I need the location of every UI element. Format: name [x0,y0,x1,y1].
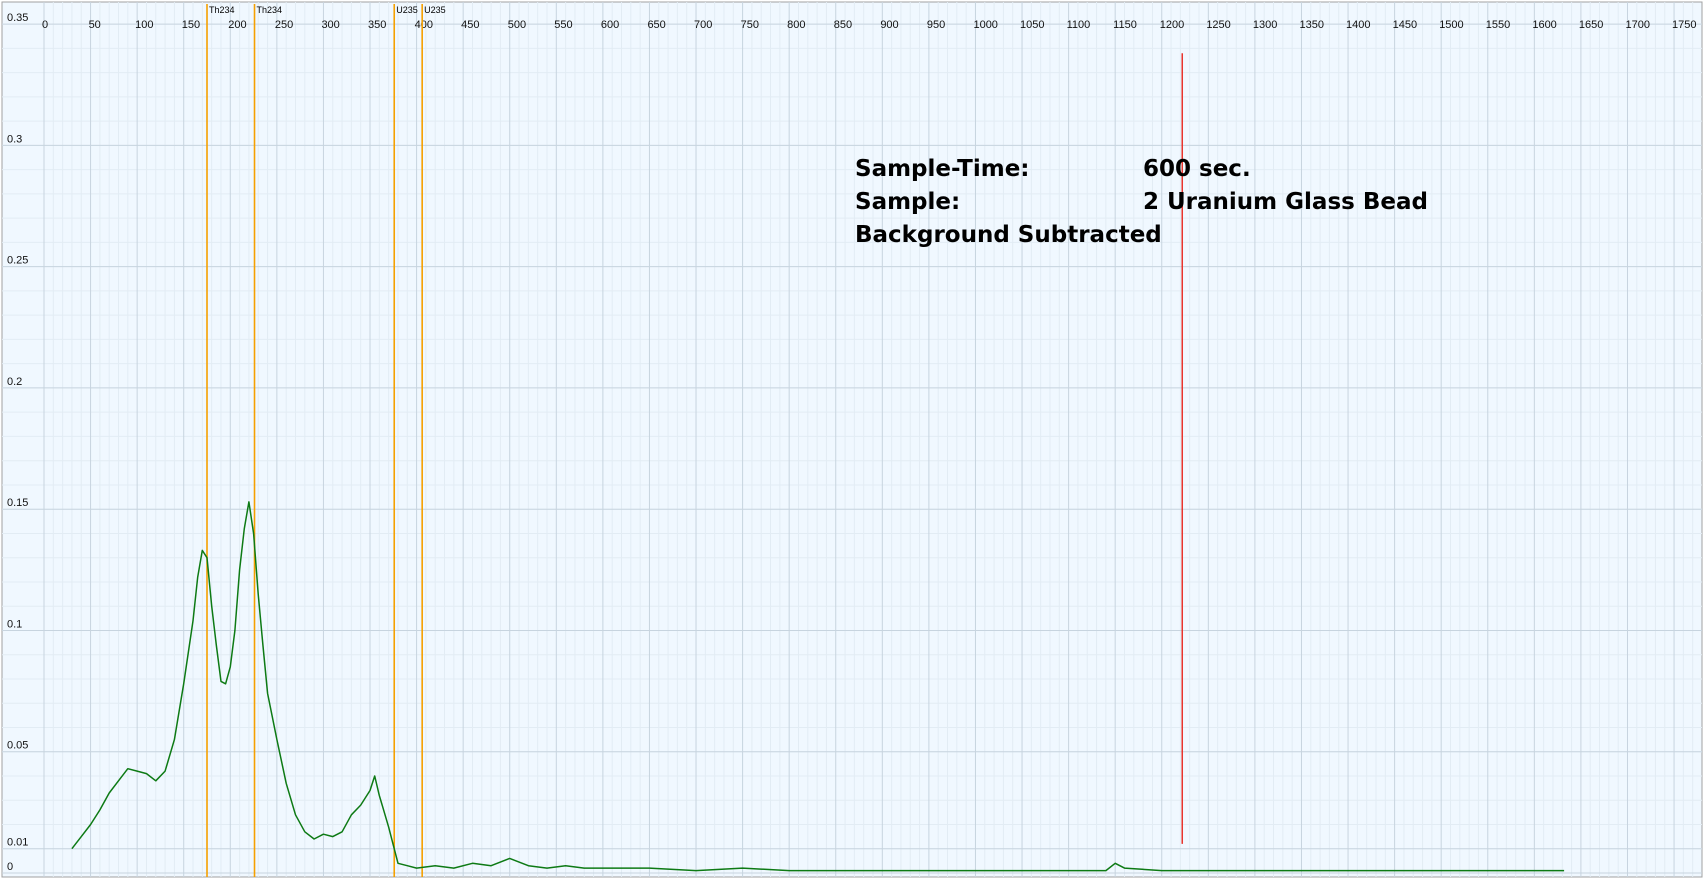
marker-label: Th234 [257,5,283,15]
x-tick-label: 1700 [1625,19,1649,31]
x-tick-label: 1750 [1672,19,1696,31]
x-tick-label: 550 [554,19,572,31]
marker-label: U235 [396,5,418,15]
y-tick-label: 0.3 [7,133,22,145]
x-tick-label: 1250 [1206,19,1230,31]
x-tick-label: 600 [601,19,619,31]
x-tick-label: 1600 [1532,19,1556,31]
x-tick-label: 400 [415,19,433,31]
y-tick-label: 0.05 [7,740,28,752]
info-value: 2 Uranium Glass Bead [1143,189,1428,215]
x-tick-label: 1150 [1113,19,1137,31]
x-tick-label: 800 [787,19,805,31]
x-tick-label: 950 [927,19,945,31]
x-tick-label: 250 [275,19,293,31]
x-tick-label: 1650 [1579,19,1603,31]
x-tick-label: 1450 [1393,19,1417,31]
y-tick-label: 0.35 [7,12,28,24]
x-tick-label: 450 [461,19,479,31]
info-label: Sample: [855,189,960,215]
x-tick-label: 700 [694,19,712,31]
x-tick-label: 150 [182,19,200,31]
info-label: Background Subtracted [855,222,1162,248]
x-tick-label: 1300 [1253,19,1277,31]
x-tick-label: 0 [42,19,48,31]
spectrum-chart: 0 0.01 0.05 0.1 0.15 0.2 0.25 0.3 0.35 0 50 100 150… [0,0,1704,879]
x-tick-label: 850 [834,19,852,31]
x-tick-label: 350 [368,19,386,31]
x-tick-label: 1350 [1299,19,1323,31]
x-tick-label: 650 [647,19,665,31]
x-tick-label: 750 [741,19,759,31]
marker-label: Th234 [209,5,235,15]
x-tick-label: 300 [321,19,339,31]
x-tick-label: 50 [89,19,101,31]
y-tick-label: 0.01 [7,837,28,849]
x-tick-label: 200 [228,19,246,31]
x-tick-label: 1200 [1160,19,1184,31]
x-tick-label: 1050 [1020,19,1044,31]
info-label: Sample-Time: [855,156,1030,182]
x-tick-label: 900 [880,19,898,31]
x-tick-label: 1100 [1067,19,1091,31]
y-tick-label: 0 [7,861,13,873]
x-tick-label: 1500 [1439,19,1463,31]
info-value: 600 sec. [1143,156,1251,182]
marker-label: U235 [424,5,446,15]
x-tick-label: 1000 [973,19,997,31]
x-tick-label: 1400 [1346,19,1370,31]
y-tick-label: 0.15 [7,497,28,509]
y-tick-label: 0.25 [7,255,28,267]
plot-area [1,1,1703,878]
x-tick-label: 1550 [1486,19,1510,31]
x-tick-label: 500 [508,19,526,31]
x-tick-label: 100 [135,19,153,31]
y-tick-label: 0.1 [7,618,22,630]
y-tick-label: 0.2 [7,376,22,388]
